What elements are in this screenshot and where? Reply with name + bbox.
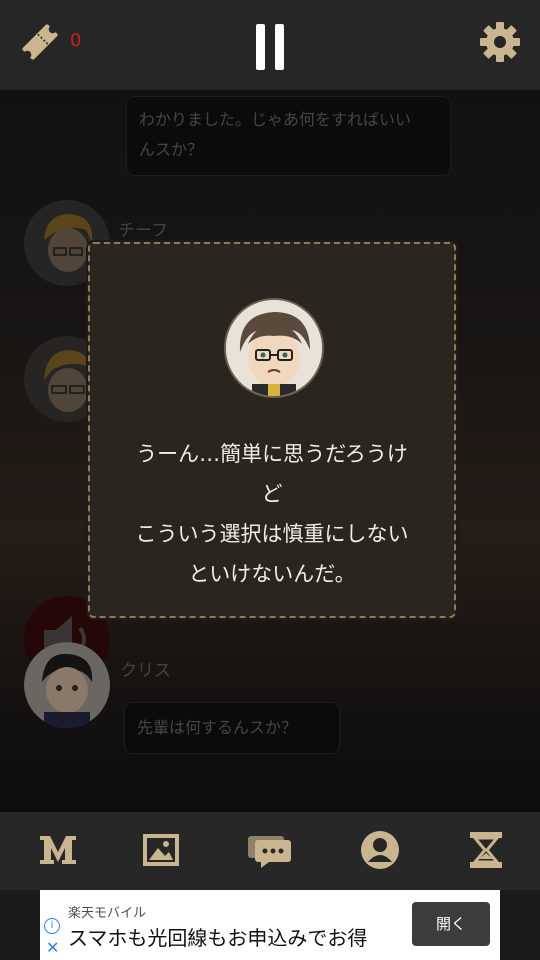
- top-bar: 0: [0, 0, 540, 90]
- ad-open-button[interactable]: 開く: [412, 902, 490, 946]
- menu-m-icon[interactable]: [38, 830, 78, 870]
- chat-icon[interactable]: [247, 830, 293, 870]
- hourglass-icon[interactable]: [466, 830, 506, 870]
- ticket-count: 0: [70, 30, 82, 51]
- ad-banner[interactable]: i ✕ 楽天モバイル スマホも光回線もお申込みでお得 開く: [40, 890, 500, 960]
- avatar-protagonist: [224, 298, 324, 398]
- dialog-line: ど: [261, 482, 283, 506]
- ticket-icon[interactable]: [18, 20, 62, 64]
- close-icon[interactable]: ✕: [46, 938, 59, 957]
- pause-bar: [256, 24, 265, 70]
- ad-headline[interactable]: スマホも光回線もお申込みでお得: [68, 922, 367, 951]
- dialog-line: うーん…簡単に思うだろうけ: [136, 442, 408, 466]
- dialog-modal[interactable]: うーん…簡単に思うだろうけ ど こういう選択は慎重にしない といけないんだ。: [88, 242, 456, 618]
- pause-button[interactable]: [252, 24, 288, 70]
- bottom-nav: [0, 812, 540, 890]
- dialog-line: こういう選択は慎重にしない: [135, 522, 409, 546]
- dialog-line: といけないんだ。: [188, 562, 356, 586]
- pause-bar: [275, 24, 284, 70]
- info-icon[interactable]: i: [44, 918, 60, 934]
- ad-sponsor: 楽天モバイル: [68, 906, 147, 921]
- dialog-text: うーん…簡単に思うだろうけ ど こういう選択は慎重にしない といけないんだ。: [90, 434, 454, 594]
- profile-icon[interactable]: [360, 830, 400, 870]
- gallery-icon[interactable]: [141, 830, 181, 870]
- gear-icon[interactable]: [478, 20, 522, 64]
